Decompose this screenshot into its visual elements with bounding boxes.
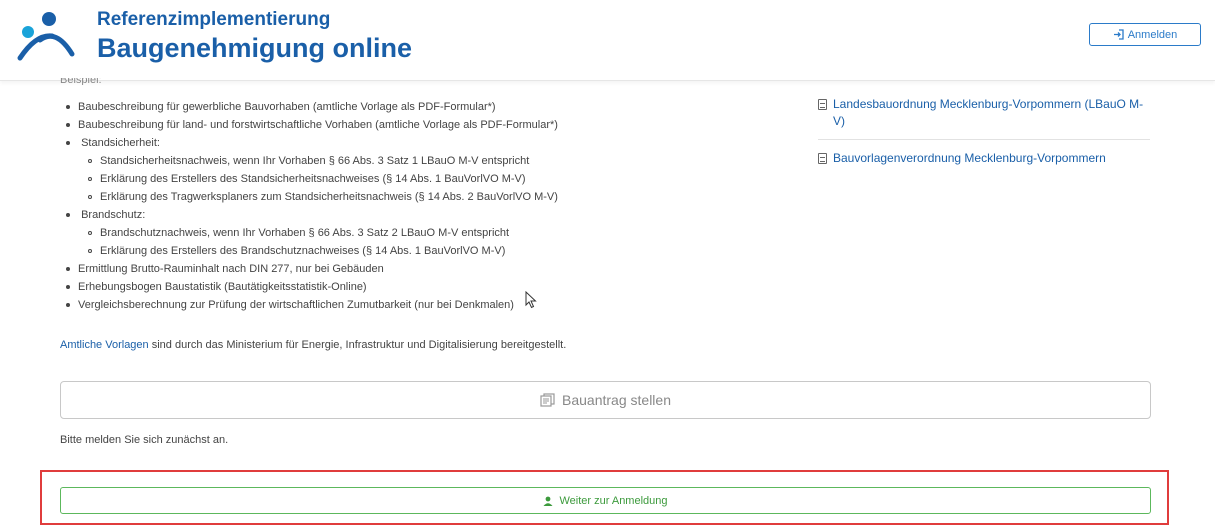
list-item: Erhebungsbogen Baustatistik (Bautätigkei… <box>78 278 558 296</box>
sub-list-item: Erklärung des Tragwerksplaners zum Stand… <box>100 188 558 206</box>
link-label: Bauvorlagenverordnung Mecklenburg-Vorpom… <box>833 151 1106 165</box>
list-item-label: Brandschutz: <box>81 209 146 221</box>
continue-to-login-button[interactable]: Weiter zur Anmeldung <box>60 487 1151 514</box>
list-item-brandschutz: Brandschutz: Brandschutznachweis, wenn I… <box>78 206 558 260</box>
login-hint: Bitte melden Sie sich zunächst an. <box>60 434 229 446</box>
site-title: Baugenehmigung online <box>97 33 412 63</box>
mouse-cursor-icon <box>525 291 537 309</box>
list-item: Ermittlung Brutto-Rauminhalt nach DIN 27… <box>78 260 558 278</box>
templates-note-text: sind durch das Ministerium für Energie, … <box>148 339 567 351</box>
submit-application-button[interactable]: Bauantrag stellen <box>60 381 1151 419</box>
login-icon <box>1113 29 1124 40</box>
documents-icon <box>540 393 555 407</box>
link-lbauo[interactable]: Landesbauordnung Mecklenburg-Vorpommern … <box>818 96 1150 140</box>
document-icon <box>818 99 827 110</box>
related-links: Landesbauordnung Mecklenburg-Vorpommern … <box>818 96 1150 176</box>
list-item-standsicherheit: Standsicherheit: Standsicherheitsnachwei… <box>78 134 558 206</box>
site-header: Referenzimplementierung Baugenehmigung o… <box>0 0 1215 81</box>
document-list: Baubeschreibung für gewerbliche Bauvorha… <box>60 98 558 314</box>
cut-heading: Beispiel: <box>60 78 102 85</box>
sub-list-item: Erklärung des Erstellers des Standsicher… <box>100 170 558 188</box>
list-item: Vergleichsberechnung zur Prüfung der wir… <box>78 296 558 314</box>
list-item-label: Standsicherheit: <box>81 137 160 149</box>
link-label: Landesbauordnung Mecklenburg-Vorpommern … <box>833 97 1144 128</box>
list-item: Baubeschreibung für gewerbliche Bauvorha… <box>78 98 558 116</box>
sub-list-item: Brandschutznachweis, wenn Ihr Vorhaben §… <box>100 224 558 242</box>
document-icon <box>818 153 827 164</box>
link-bauvorlvo[interactable]: Bauvorlagenverordnung Mecklenburg-Vorpom… <box>818 150 1150 176</box>
sub-list-item: Erklärung des Erstellers des Brandschutz… <box>100 242 558 260</box>
sub-list-standsicherheit: Standsicherheitsnachweis, wenn Ihr Vorha… <box>78 152 558 206</box>
continue-to-login-label: Weiter zur Anmeldung <box>559 494 668 507</box>
user-icon <box>543 496 553 506</box>
site-subtitle: Referenzimplementierung <box>97 9 331 30</box>
submit-application-label: Bauantrag stellen <box>562 392 671 408</box>
sub-list-brandschutz: Brandschutznachweis, wenn Ihr Vorhaben §… <box>78 224 558 260</box>
templates-note: Amtliche Vorlagen sind durch das Ministe… <box>60 339 566 351</box>
login-label: Anmelden <box>1127 28 1178 41</box>
logo-people-icon <box>17 12 75 61</box>
official-templates-link[interactable]: Amtliche Vorlagen <box>60 339 149 351</box>
sub-list-item: Standsicherheitsnachweis, wenn Ihr Vorha… <box>100 152 558 170</box>
login-button[interactable]: Anmelden <box>1089 23 1201 46</box>
list-item: Baubeschreibung für land- und forstwirts… <box>78 116 558 134</box>
